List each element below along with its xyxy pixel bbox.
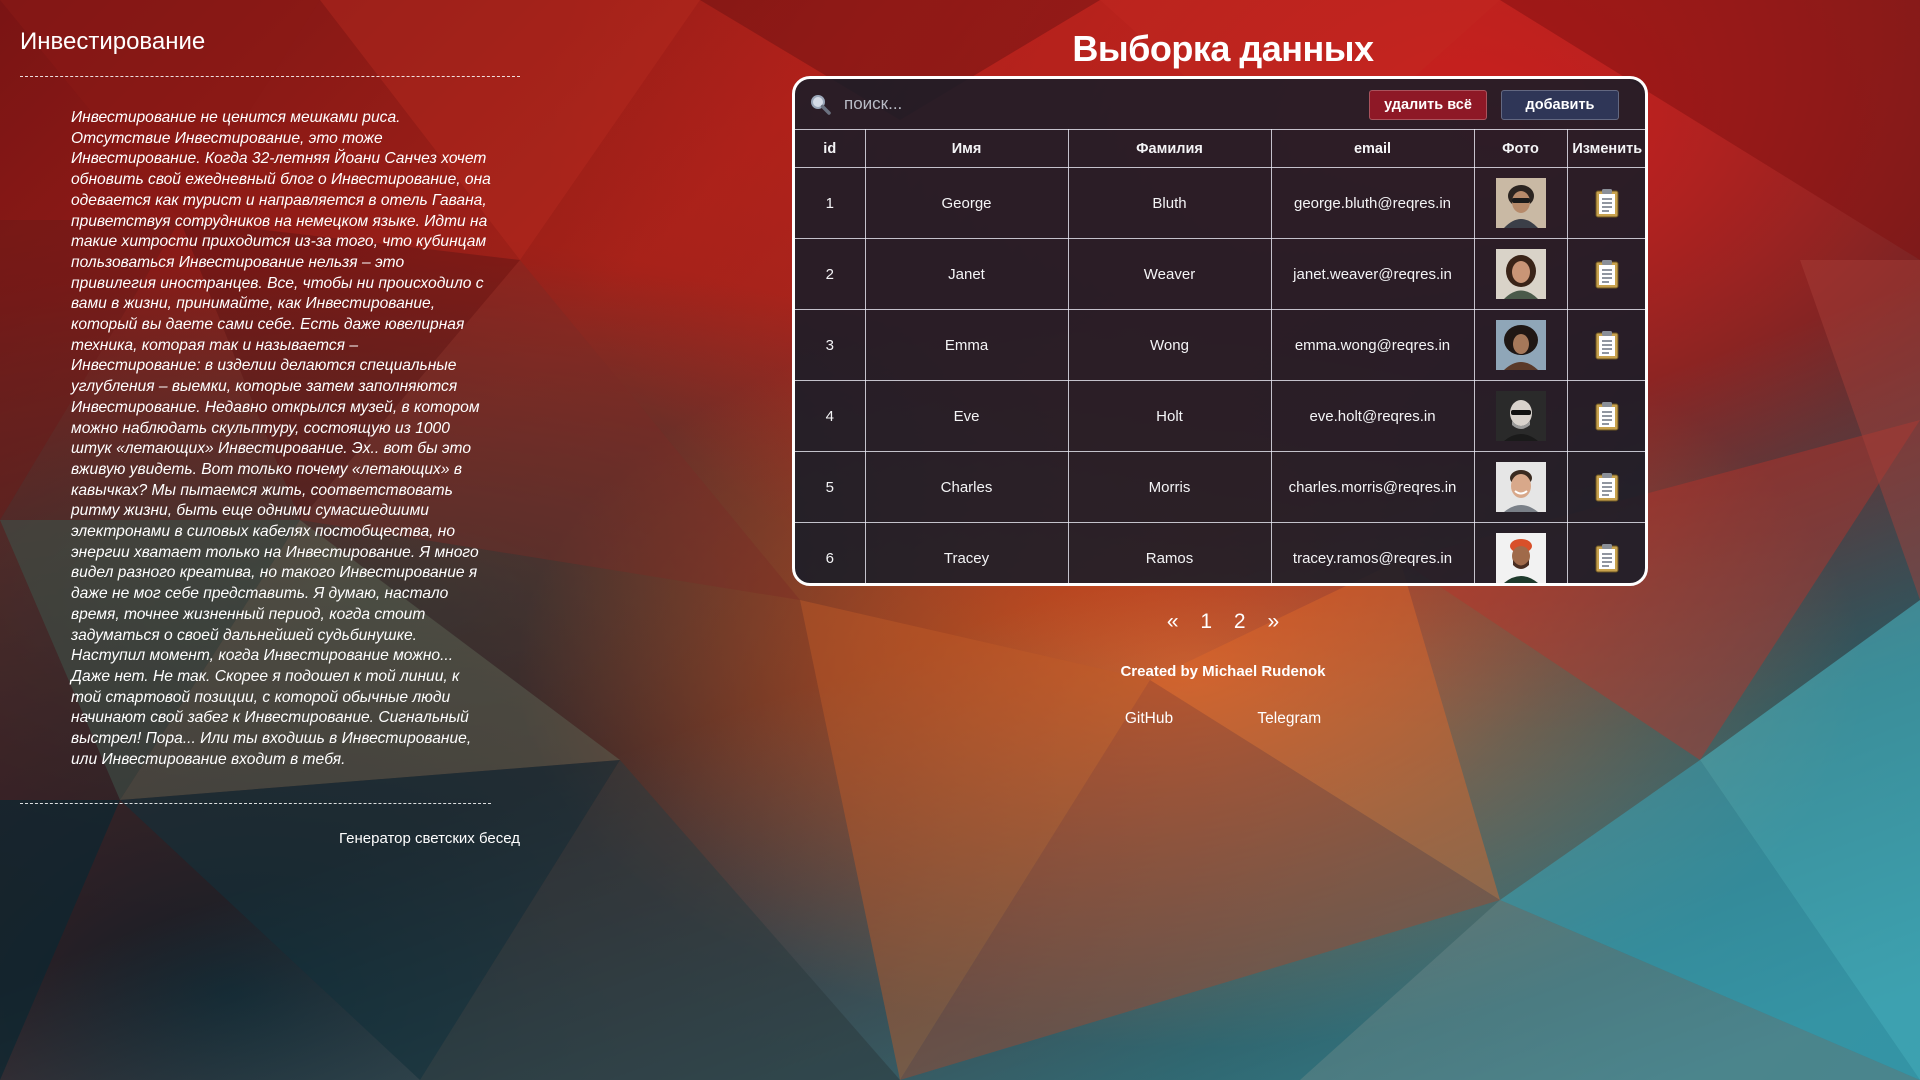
cell-first-name: George	[864, 167, 1069, 239]
search-icon	[811, 95, 831, 115]
cell-edit	[1566, 238, 1645, 310]
cell-edit	[1566, 451, 1645, 523]
column-header-first-name[interactable]: Имя	[864, 129, 1069, 168]
credits: Created by Michael Rudenok	[1120, 663, 1326, 680]
clipboard-icon[interactable]	[1594, 401, 1620, 431]
delete-all-button[interactable]: удалить всё	[1369, 90, 1487, 120]
cell-email: emma.wong@reqres.in	[1270, 309, 1475, 381]
avatar-eve	[1495, 391, 1546, 441]
cell-id: 4	[795, 380, 866, 452]
cell-first-name: Janet	[864, 238, 1069, 310]
column-header-last-name[interactable]: Фамилия	[1067, 129, 1272, 168]
cell-photo	[1473, 451, 1568, 523]
table-row: 4 Eve Holt eve.holt@reqres.in	[795, 380, 1645, 452]
cell-photo	[1473, 167, 1568, 239]
cell-id: 6	[795, 522, 866, 583]
column-header-edit: Изменить	[1566, 129, 1645, 168]
cell-first-name: Eve	[864, 380, 1069, 452]
social-links: GitHub Telegram	[793, 710, 1653, 728]
cell-photo	[1473, 380, 1568, 452]
column-header-id[interactable]: id	[795, 129, 866, 168]
table-row: 6 Tracey Ramos tracey.ramos@reqres.in	[795, 522, 1645, 583]
cell-edit	[1566, 380, 1645, 452]
table-row: 3 Emma Wong emma.wong@reqres.in	[795, 309, 1645, 381]
cell-photo	[1473, 238, 1568, 310]
cell-last-name: Wong	[1067, 309, 1272, 381]
pagination-prev[interactable]: «	[1167, 610, 1179, 633]
table-header-row: id Имя Фамилия email Фото Изменить	[795, 129, 1645, 168]
avatar-george	[1495, 178, 1546, 228]
clipboard-icon[interactable]	[1594, 259, 1620, 289]
avatar-emma	[1495, 320, 1546, 370]
clipboard-icon[interactable]	[1594, 330, 1620, 360]
search-input[interactable]	[842, 88, 1306, 120]
cell-edit	[1566, 522, 1645, 583]
article-title: Инвестирование	[20, 28, 520, 77]
pagination: « 1 2 »	[793, 610, 1653, 634]
avatar-charles	[1495, 462, 1546, 512]
cell-first-name: Charles	[864, 451, 1069, 523]
page-title: Выборка данных	[1072, 28, 1374, 69]
cell-last-name: Bluth	[1067, 167, 1272, 239]
column-header-photo: Фото	[1473, 129, 1568, 168]
table-row: 2 Janet Weaver janet.weaver@reqres.in	[795, 238, 1645, 310]
pagination-page-1[interactable]: 1	[1200, 610, 1212, 633]
table-row: 5 Charles Morris charles.morris@reqres.i…	[795, 451, 1645, 523]
cell-email: eve.holt@reqres.in	[1270, 380, 1475, 452]
cell-id: 3	[795, 309, 866, 381]
avatar-tracey	[1495, 533, 1546, 583]
pagination-next[interactable]: »	[1267, 610, 1279, 633]
pagination-page-2[interactable]: 2	[1234, 610, 1246, 633]
cell-email: george.bluth@reqres.in	[1270, 167, 1475, 239]
cell-email: janet.weaver@reqres.in	[1270, 238, 1475, 310]
add-button[interactable]: добавить	[1501, 90, 1619, 120]
cell-last-name: Holt	[1067, 380, 1272, 452]
cell-last-name: Weaver	[1067, 238, 1272, 310]
table-toolbar: удалить всё добавить	[795, 79, 1645, 129]
cell-id: 1	[795, 167, 866, 239]
clipboard-icon[interactable]	[1594, 472, 1620, 502]
table-row: 1 George Bluth george.bluth@reqres.in	[795, 167, 1645, 239]
cell-photo	[1473, 309, 1568, 381]
cell-id: 5	[795, 451, 866, 523]
cell-first-name: Emma	[864, 309, 1069, 381]
avatar-janet	[1495, 249, 1546, 299]
cell-email: charles.morris@reqres.in	[1270, 451, 1475, 523]
cell-first-name: Tracey	[864, 522, 1069, 583]
telegram-link[interactable]: Telegram	[1257, 710, 1321, 727]
cell-last-name: Morris	[1067, 451, 1272, 523]
cell-edit	[1566, 309, 1645, 381]
github-link[interactable]: GitHub	[1125, 710, 1173, 727]
cell-last-name: Ramos	[1067, 522, 1272, 583]
cell-email: tracey.ramos@reqres.in	[1270, 522, 1475, 583]
column-header-email[interactable]: email	[1270, 129, 1475, 168]
article-footer: Генератор светских бесед	[339, 829, 520, 847]
data-table-card: удалить всё добавить id Имя Фамилия emai…	[792, 76, 1648, 586]
cell-id: 2	[795, 238, 866, 310]
article-body: Инвестирование не ценится мешками риса. …	[20, 77, 491, 804]
cell-photo	[1473, 522, 1568, 583]
clipboard-icon[interactable]	[1594, 543, 1620, 573]
cell-edit	[1566, 167, 1645, 239]
clipboard-icon[interactable]	[1594, 188, 1620, 218]
users-table: id Имя Фамилия email Фото Изменить 1 Geo…	[795, 129, 1645, 583]
article: Инвестирование Инвестирование не ценится…	[20, 28, 520, 847]
